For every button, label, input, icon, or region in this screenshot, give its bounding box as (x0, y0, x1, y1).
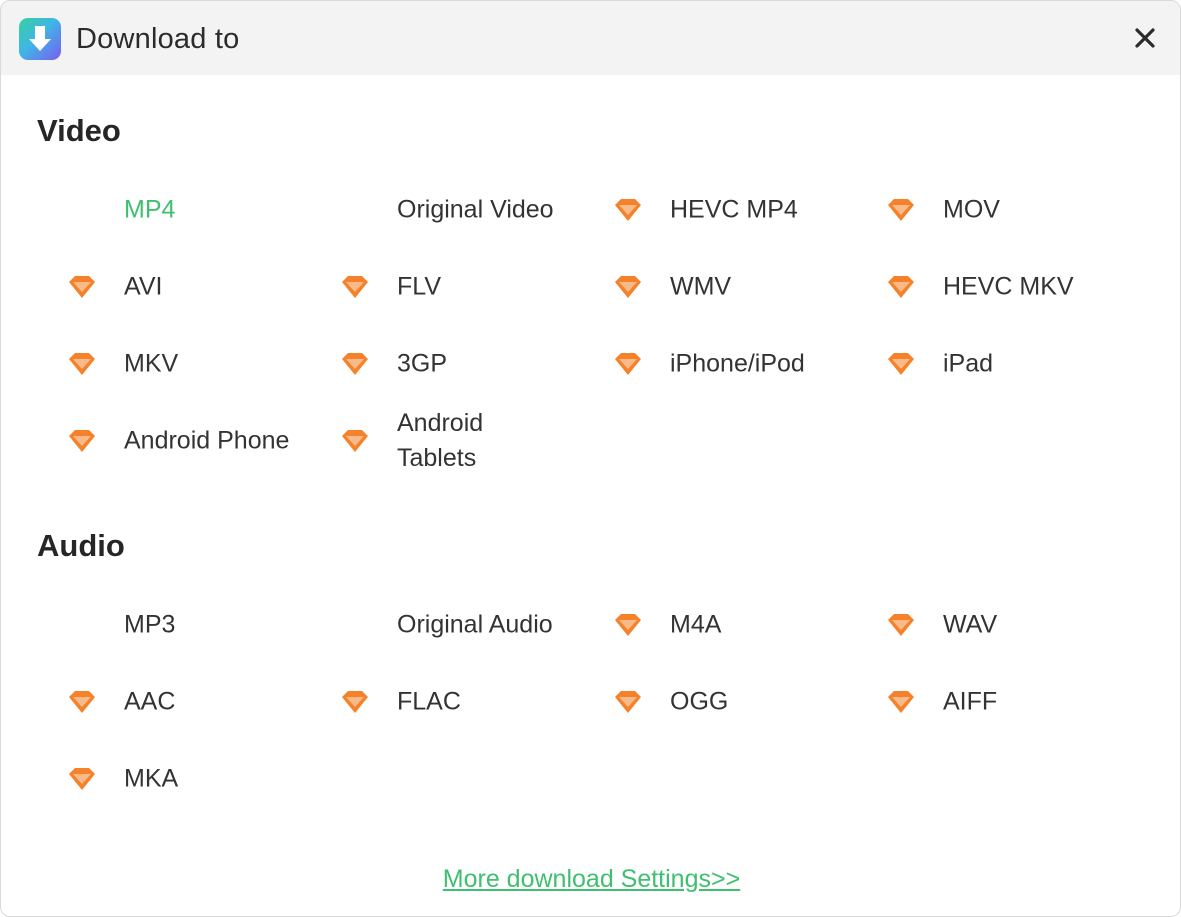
dialog-title: Download to (76, 23, 240, 55)
audio-section-heading: Audio (37, 528, 125, 563)
format-option[interactable]: MOV (886, 185, 1146, 235)
format-option-label: AAC (124, 687, 176, 716)
format-option[interactable]: AAC (67, 677, 327, 727)
format-option[interactable]: iPad (886, 339, 1146, 389)
download-dialog: Download to Video MP4 Original Video HEVC … (0, 0, 1181, 917)
format-option-label: Android Phone (124, 426, 290, 455)
format-option-label: iPad (943, 349, 994, 378)
premium-gem-icon (613, 275, 643, 299)
format-option[interactable]: WMV (613, 262, 873, 312)
premium-gem-icon (67, 767, 97, 791)
download-app-icon (19, 18, 61, 60)
more-download-settings-link[interactable]: More download Settings>> (443, 865, 740, 893)
premium-gem-icon (886, 198, 916, 222)
format-option-label: MKA (124, 764, 179, 793)
format-option-label: Android Tablets (397, 409, 484, 472)
premium-gem-icon (886, 690, 916, 714)
format-option[interactable]: Original Audio (340, 600, 600, 650)
format-option[interactable]: AIFF (886, 677, 1146, 727)
format-option-label: M4A (670, 610, 722, 639)
premium-gem-icon (67, 429, 97, 453)
format-option-label: Original Audio (397, 610, 553, 639)
premium-gem-icon (340, 352, 370, 376)
format-option-label: HEVC MP4 (670, 195, 798, 224)
close-button[interactable] (1128, 21, 1162, 55)
premium-gem-icon (886, 352, 916, 376)
format-option[interactable]: FLV (340, 262, 600, 312)
format-option-label: iPhone/iPod (670, 349, 805, 378)
format-option[interactable]: MKA (67, 754, 327, 804)
format-option-label: HEVC MKV (943, 272, 1074, 301)
format-option-label: MP3 (124, 610, 176, 639)
premium-gem-icon (613, 690, 643, 714)
premium-gem-icon (613, 198, 643, 222)
format-option-label: Original Video (397, 195, 554, 224)
format-option[interactable]: 3GP (340, 339, 600, 389)
premium-gem-icon (613, 613, 643, 637)
premium-gem-icon (886, 613, 916, 637)
format-option[interactable]: MKV (67, 339, 327, 389)
format-option-label: AVI (124, 272, 163, 301)
format-option[interactable]: FLAC (340, 677, 600, 727)
premium-gem-icon (613, 352, 643, 376)
format-option-label: OGG (670, 687, 729, 716)
premium-gem-icon (67, 352, 97, 376)
format-option-label: 3GP (397, 349, 448, 378)
premium-gem-icon (67, 690, 97, 714)
format-option[interactable]: Android Phone (67, 416, 327, 466)
format-option[interactable]: M4A (613, 600, 873, 650)
format-option[interactable]: Android Tablets (340, 409, 600, 472)
premium-gem-icon (340, 275, 370, 299)
format-option-label: MOV (943, 195, 1000, 224)
format-option[interactable]: iPhone/iPod (613, 339, 873, 389)
format-option[interactable]: MP3 (67, 600, 327, 650)
format-option[interactable]: WAV (886, 600, 1146, 650)
format-option-label: FLV (397, 272, 441, 301)
video-section-heading: Video (37, 113, 121, 148)
premium-gem-icon (340, 429, 370, 453)
format-option-label: FLAC (397, 687, 461, 716)
close-icon (1135, 28, 1155, 48)
format-option[interactable]: HEVC MP4 (613, 185, 873, 235)
format-option-label: WMV (670, 272, 732, 301)
premium-gem-icon (886, 275, 916, 299)
premium-gem-icon (67, 275, 97, 299)
format-option[interactable]: Original Video (340, 185, 600, 235)
format-option[interactable]: HEVC MKV (886, 262, 1146, 312)
format-option-label: MKV (124, 349, 179, 378)
title-bar: Download to (1, 1, 1180, 75)
format-option-label: AIFF (943, 687, 998, 716)
format-option[interactable]: OGG (613, 677, 873, 727)
premium-gem-icon (340, 690, 370, 714)
more-settings-link-row: More download Settings>> (1, 865, 1180, 894)
format-option-label: MP4 (124, 195, 176, 224)
format-option[interactable]: MP4 (67, 185, 327, 235)
format-option[interactable]: AVI (67, 262, 327, 312)
format-option-label: WAV (943, 610, 998, 639)
